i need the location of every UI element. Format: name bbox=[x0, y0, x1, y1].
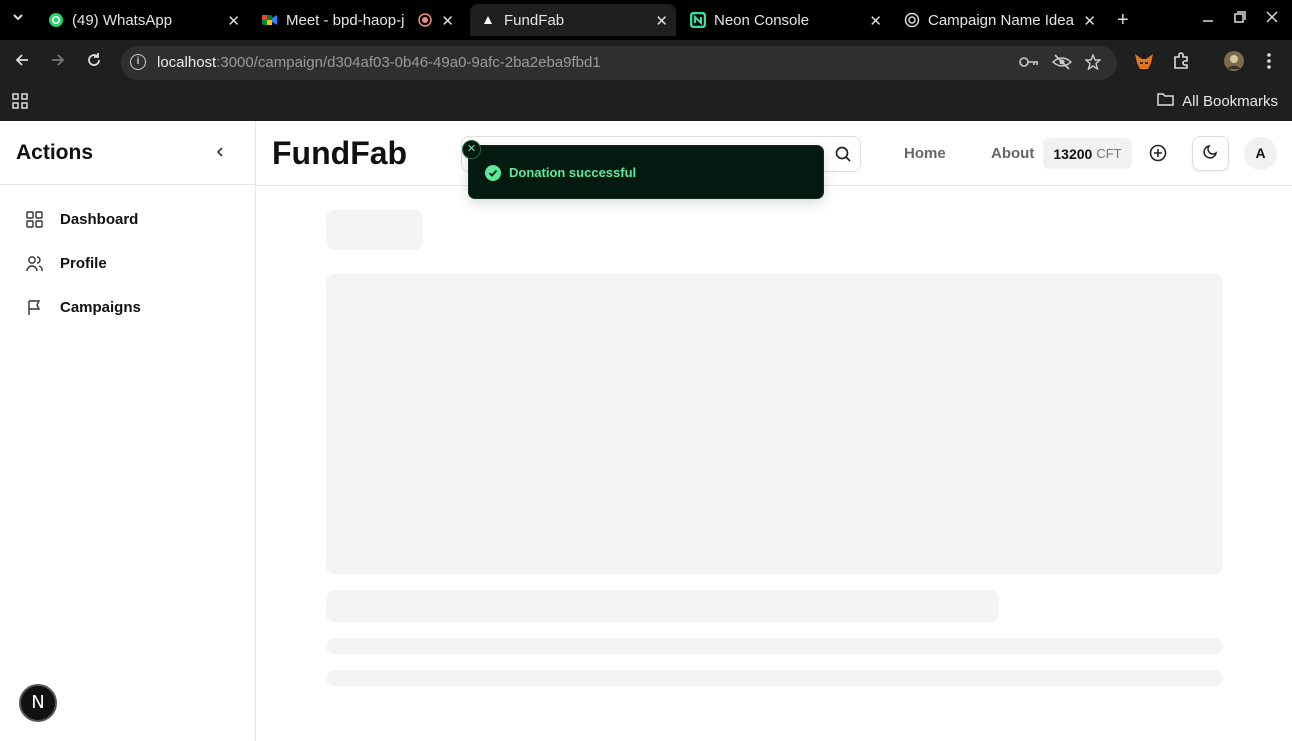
whatsapp-icon bbox=[48, 12, 64, 28]
collapse-sidebar-chevron-left-icon[interactable] bbox=[214, 145, 226, 161]
browser-toolbar: i localhost:3000/campaign/d304af03-0b46-… bbox=[0, 40, 1292, 86]
all-bookmarks-label: All Bookmarks bbox=[1182, 92, 1278, 110]
folder-icon bbox=[1157, 92, 1174, 110]
openai-icon bbox=[904, 12, 920, 28]
reload-icon[interactable] bbox=[86, 52, 102, 73]
browser-tab-bar: (49) WhatsApp ✕ Meet - bpd-haop-j ✕ Fund… bbox=[0, 0, 1292, 40]
dashboard-icon bbox=[26, 210, 43, 228]
google-meet-icon bbox=[262, 12, 278, 28]
success-toast: Donation successful bbox=[468, 145, 824, 199]
all-bookmarks-button[interactable]: All Bookmarks bbox=[1157, 92, 1278, 110]
users-icon bbox=[26, 255, 43, 271]
browser-tab-campaign-ideas[interactable]: Campaign Name Idea ✕ bbox=[904, 4, 1104, 36]
theme-toggle-button[interactable] bbox=[1192, 136, 1229, 171]
forward-arrow-icon[interactable] bbox=[50, 52, 66, 73]
address-url[interactable]: localhost:3000/campaign/d304af03-0b46-49… bbox=[157, 54, 601, 71]
neon-icon bbox=[690, 12, 706, 28]
sidebar-header: Actions bbox=[0, 121, 255, 185]
sidebar-title: Actions bbox=[16, 141, 94, 164]
tab-title: Campaign Name Idea bbox=[928, 11, 1074, 29]
star-icon[interactable] bbox=[1084, 53, 1102, 75]
user-avatar[interactable]: A bbox=[1244, 137, 1277, 170]
tab-close-icon[interactable]: ✕ bbox=[441, 12, 454, 30]
skeleton-line bbox=[326, 670, 1223, 686]
bookmarks-bar: All Bookmarks bbox=[0, 86, 1292, 121]
tab-close-icon[interactable]: ✕ bbox=[227, 12, 240, 30]
nav-link-home[interactable]: Home bbox=[904, 145, 946, 162]
tab-title: Neon Console bbox=[714, 11, 810, 29]
browser-tab-neon[interactable]: Neon Console ✕ bbox=[690, 4, 890, 36]
skeleton-image bbox=[326, 274, 1223, 574]
tab-close-icon[interactable]: ✕ bbox=[869, 12, 882, 30]
balance-amount: 13200 bbox=[1053, 145, 1093, 162]
tab-title: (49) WhatsApp bbox=[72, 11, 173, 29]
dev-tools-badge[interactable]: N bbox=[19, 684, 57, 722]
browser-tab-meet[interactable]: Meet - bpd-haop-j ✕ bbox=[262, 4, 462, 36]
sidebar-item-label: Profile bbox=[60, 254, 107, 272]
brand-logo[interactable]: FundFab bbox=[272, 135, 407, 172]
tab-title: Meet - bpd-haop-j bbox=[286, 11, 405, 29]
check-circle-icon bbox=[485, 165, 501, 186]
browser-tab-whatsapp[interactable]: (49) WhatsApp ✕ bbox=[48, 4, 248, 36]
token-balance: 13200 CFT bbox=[1043, 138, 1132, 169]
apps-grid-icon[interactable] bbox=[12, 93, 28, 114]
balance-unit: CFT bbox=[1096, 146, 1122, 161]
recording-icon bbox=[418, 13, 432, 31]
eye-slash-icon[interactable] bbox=[1051, 54, 1073, 75]
sidebar-item-label: Dashboard bbox=[60, 210, 139, 228]
more-vertical-icon[interactable] bbox=[1266, 52, 1272, 75]
flag-icon bbox=[28, 299, 41, 315]
actions-sidebar: Actions Dashboard Profile Campaigns bbox=[0, 121, 256, 741]
address-bar[interactable]: i localhost:3000/campaign/d304af03-0b46-… bbox=[121, 46, 1117, 80]
sidebar-item-campaigns[interactable]: Campaigns bbox=[26, 295, 141, 319]
window-close-icon[interactable] bbox=[1266, 10, 1278, 28]
site-info-icon[interactable]: i bbox=[130, 54, 146, 70]
key-icon[interactable] bbox=[1019, 54, 1039, 75]
sidebar-item-label: Campaigns bbox=[60, 298, 141, 316]
new-tab-plus-icon[interactable]: + bbox=[1117, 9, 1129, 32]
back-arrow-icon[interactable] bbox=[14, 52, 30, 73]
sidebar-item-dashboard[interactable]: Dashboard bbox=[26, 207, 138, 231]
search-icon[interactable] bbox=[834, 145, 852, 168]
minimize-icon[interactable] bbox=[1202, 10, 1214, 28]
tab-close-icon[interactable]: ✕ bbox=[655, 12, 668, 30]
skeleton-line bbox=[326, 638, 1223, 654]
nav-link-about[interactable]: About bbox=[991, 145, 1034, 162]
triangle-icon bbox=[480, 12, 496, 28]
metamask-fox-icon[interactable] bbox=[1134, 53, 1154, 76]
moon-icon bbox=[1202, 143, 1219, 164]
profile-avatar-icon[interactable] bbox=[1224, 51, 1244, 76]
add-circle-icon[interactable] bbox=[1149, 144, 1167, 167]
skeleton-heading bbox=[326, 590, 999, 622]
tab-search-chevron-icon[interactable] bbox=[12, 11, 24, 26]
extensions-puzzle-icon[interactable] bbox=[1172, 52, 1190, 75]
skeleton-title bbox=[326, 210, 423, 250]
sidebar-item-profile[interactable]: Profile bbox=[26, 251, 107, 275]
tab-title: FundFab bbox=[504, 11, 565, 29]
toast-close-icon[interactable]: ✕ bbox=[462, 140, 481, 159]
tab-close-icon[interactable]: ✕ bbox=[1083, 12, 1096, 30]
browser-tab-fundfab[interactable]: FundFab ✕ bbox=[470, 4, 676, 36]
restore-icon[interactable] bbox=[1234, 10, 1246, 28]
toast-message: Donation successful bbox=[509, 165, 637, 180]
